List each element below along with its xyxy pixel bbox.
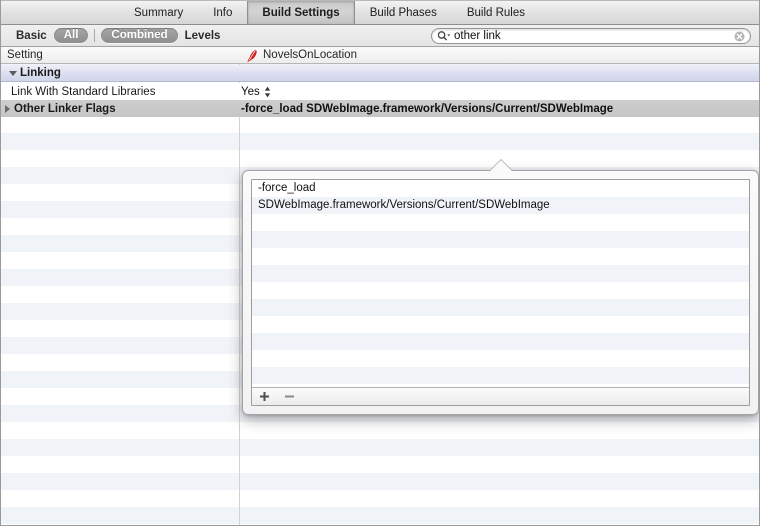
tab-bar-spacer-left: [1, 1, 119, 24]
tab-build-settings-label: Build Settings: [262, 6, 340, 19]
table-row[interactable]: Other Linker Flags -force_load SDWebImag…: [1, 100, 759, 117]
list-item[interactable]: -force_load: [252, 180, 749, 197]
setting-name-text: Other Linker Flags: [14, 102, 116, 115]
stepper-icon[interactable]: [264, 86, 271, 98]
tab-build-rules[interactable]: Build Rules: [452, 1, 540, 24]
tab-build-settings[interactable]: Build Settings: [247, 1, 355, 24]
filter-bar-divider: [94, 29, 96, 42]
tab-summary[interactable]: Summary: [119, 1, 198, 24]
minus-icon[interactable]: [284, 391, 295, 402]
quill-icon: [247, 49, 257, 62]
setting-value-link-with-standard-libraries[interactable]: Yes: [233, 86, 271, 98]
column-header-setting[interactable]: Setting: [1, 49, 239, 61]
plus-icon[interactable]: [259, 391, 270, 402]
popover-arrow: [490, 160, 512, 171]
settings-group-linking[interactable]: Linking: [1, 65, 759, 82]
editor-tab-bar: Summary Info Build Settings Build Phases…: [1, 0, 759, 25]
xcode-build-settings-pane: Summary Info Build Settings Build Phases…: [0, 0, 760, 526]
popover-list-frame: -force_load SDWebImage.framework/Version…: [251, 179, 750, 406]
tab-bar-spacer-right: [540, 1, 759, 24]
table-row[interactable]: Link With Standard Libraries Yes: [1, 83, 759, 100]
filter-mode-levels[interactable]: Levels: [178, 30, 228, 42]
setting-value-text: Yes: [241, 85, 260, 98]
filter-scope-all[interactable]: All: [53, 28, 89, 43]
column-divider: [239, 47, 240, 525]
tab-info-label: Info: [213, 6, 233, 19]
filter-mode-combined[interactable]: Combined: [101, 28, 178, 43]
setting-value-other-linker-flags[interactable]: -force_load SDWebImage.framework/Version…: [233, 103, 613, 115]
tab-build-phases[interactable]: Build Phases: [355, 1, 452, 24]
triangle-right-icon[interactable]: [5, 104, 10, 113]
column-header-target-label: NovelsOnLocation: [263, 49, 357, 61]
setting-name-other-linker-flags: Other Linker Flags: [1, 103, 233, 115]
search-icon: [437, 31, 451, 41]
other-linker-flags-popover: -force_load SDWebImage.framework/Version…: [242, 170, 759, 415]
tab-summary-label: Summary: [134, 6, 184, 19]
filter-scope-basic[interactable]: Basic: [9, 30, 54, 42]
table-header-row: Setting NovelsOnLocation: [1, 47, 759, 64]
tab-build-phases-label: Build Phases: [369, 6, 437, 19]
build-settings-table[interactable]: Setting NovelsOnLocation Linking Link Wi…: [1, 47, 759, 525]
settings-group-label: Linking: [20, 67, 61, 79]
tab-build-rules-label: Build Rules: [466, 6, 525, 19]
setting-name-link-with-standard-libraries: Link With Standard Libraries: [11, 85, 156, 98]
search-input[interactable]: other link: [451, 30, 734, 42]
triangle-down-icon[interactable]: [9, 70, 17, 76]
list-item[interactable]: SDWebImage.framework/Versions/Current/SD…: [252, 197, 749, 214]
search-field[interactable]: other link: [431, 28, 751, 44]
column-header-target[interactable]: NovelsOnLocation: [239, 49, 357, 62]
popover-value-list[interactable]: -force_load SDWebImage.framework/Version…: [252, 180, 749, 387]
tab-info[interactable]: Info: [198, 1, 247, 24]
clear-icon[interactable]: [734, 31, 745, 42]
build-settings-filter-bar: Basic All Combined Levels other link: [1, 25, 759, 47]
popover-toolbar: [252, 387, 749, 405]
